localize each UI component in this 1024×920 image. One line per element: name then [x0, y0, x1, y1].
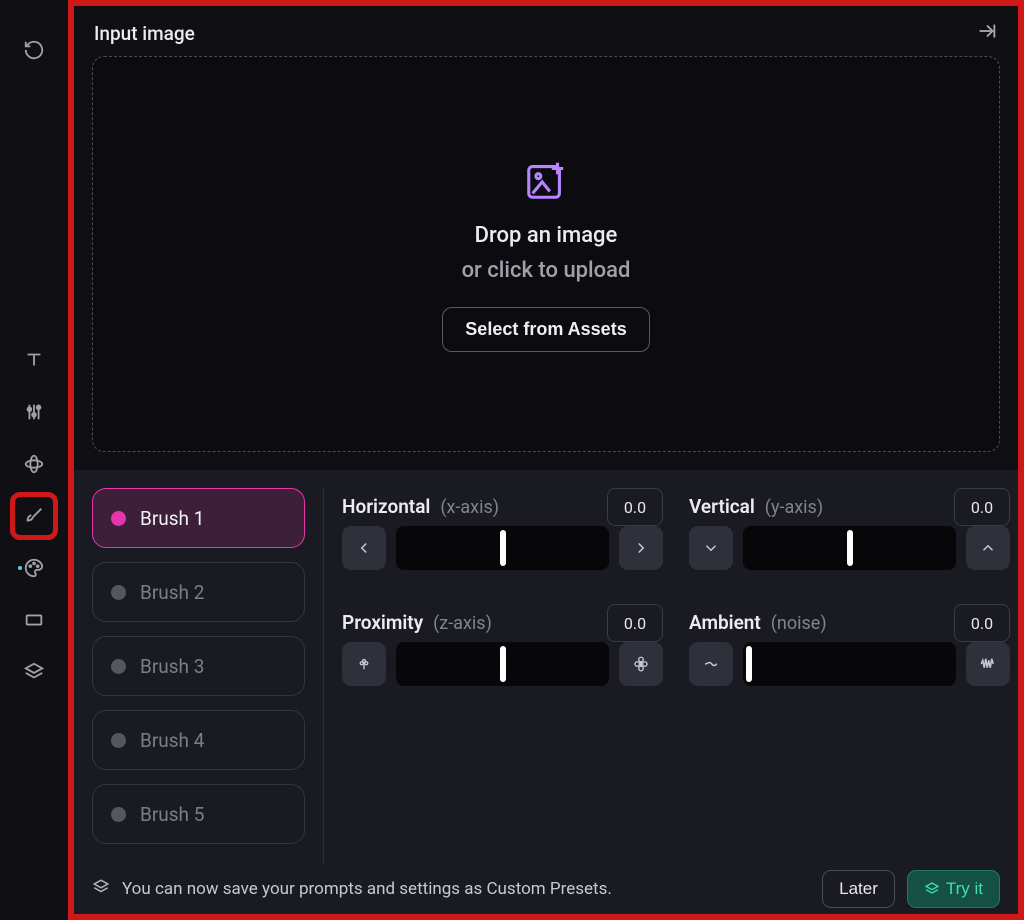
- collapse-icon[interactable]: [976, 20, 998, 46]
- text-icon[interactable]: [12, 338, 56, 382]
- dropzone-text-1: Drop an image: [475, 223, 618, 248]
- undo-icon[interactable]: [12, 28, 56, 72]
- brush-item-1[interactable]: Brush 1: [92, 488, 305, 548]
- controls-grid: Horizontal (x-axis) 0.0 Vertical: [342, 488, 1018, 914]
- brush-label: Brush 4: [140, 729, 204, 752]
- horizontal-label: Horizontal: [342, 495, 430, 518]
- horizontal-slider[interactable]: [396, 526, 609, 570]
- brush-dot-icon: [111, 511, 126, 526]
- ambient-value[interactable]: 0.0: [954, 604, 1010, 642]
- brush-item-5[interactable]: Brush 5: [92, 784, 305, 844]
- rectangle-icon[interactable]: [12, 598, 56, 642]
- control-proximity: Proximity (z-axis) 0.0: [342, 604, 663, 706]
- ambient-label: Ambient: [689, 611, 761, 634]
- main-panel: Input image Drop an image or click to up…: [68, 0, 1024, 920]
- proximity-slider[interactable]: [396, 642, 609, 686]
- arrow-up-icon[interactable]: [966, 526, 1010, 570]
- control-ambient: Ambient (noise) 0.0: [689, 604, 1010, 706]
- vertical-label: Vertical: [689, 495, 755, 518]
- layers-icon[interactable]: [12, 650, 56, 694]
- arrow-right-icon[interactable]: [619, 526, 663, 570]
- upload-image-icon: [523, 157, 569, 207]
- brush-list: Brush 1 Brush 2 Brush 3 Brush 4 Brush 5: [92, 488, 324, 914]
- brush-label: Brush 2: [140, 581, 204, 604]
- brush-icon[interactable]: [12, 494, 56, 538]
- ambient-slider[interactable]: [743, 642, 956, 686]
- layers-icon: [92, 878, 110, 901]
- brush-dot-icon: [111, 733, 126, 748]
- arrow-left-icon[interactable]: [342, 526, 386, 570]
- later-button[interactable]: Later: [822, 870, 895, 908]
- brush-dot-icon: [111, 659, 126, 674]
- horizontal-sublabel: (x-axis): [440, 497, 499, 518]
- arrow-down-icon[interactable]: [689, 526, 733, 570]
- rotate-3d-icon[interactable]: [12, 442, 56, 486]
- preset-toast: You can now save your prompts and settin…: [74, 864, 1018, 914]
- brush-dot-icon: [111, 585, 126, 600]
- proximity-value[interactable]: 0.0: [607, 604, 663, 642]
- brush-label: Brush 5: [140, 803, 204, 826]
- proximity-label: Proximity: [342, 611, 423, 634]
- flower-small-icon[interactable]: [342, 642, 386, 686]
- brush-controls-panel: Brush 1 Brush 2 Brush 3 Brush 4 Brush 5: [74, 470, 1018, 914]
- brush-item-3[interactable]: Brush 3: [92, 636, 305, 696]
- try-it-label: Try it: [946, 879, 983, 899]
- brush-dot-icon: [111, 807, 126, 822]
- brush-item-4[interactable]: Brush 4: [92, 710, 305, 770]
- flower-large-icon[interactable]: [619, 642, 663, 686]
- brush-item-2[interactable]: Brush 2: [92, 562, 305, 622]
- brush-label: Brush 1: [140, 507, 204, 530]
- horizontal-value[interactable]: 0.0: [607, 488, 663, 526]
- sliders-icon[interactable]: [12, 390, 56, 434]
- select-from-assets-button[interactable]: Select from Assets: [442, 307, 649, 352]
- panel-header: Input image: [74, 6, 1018, 56]
- sidebar: [0, 0, 68, 920]
- panel-title: Input image: [94, 22, 195, 45]
- ambient-sublabel: (noise): [771, 613, 827, 634]
- proximity-sublabel: (z-axis): [433, 613, 492, 634]
- vertical-value[interactable]: 0.0: [954, 488, 1010, 526]
- image-dropzone[interactable]: Drop an image or click to upload Select …: [92, 56, 1000, 452]
- vertical-slider[interactable]: [743, 526, 956, 570]
- dropzone-text-2: or click to upload: [462, 258, 631, 283]
- try-it-button[interactable]: Try it: [907, 870, 1000, 908]
- palette-icon[interactable]: [12, 546, 56, 590]
- control-vertical: Vertical (y-axis) 0.0: [689, 488, 1010, 590]
- wave-high-icon[interactable]: [966, 642, 1010, 686]
- wave-flat-icon[interactable]: [689, 642, 733, 686]
- brush-label: Brush 3: [140, 655, 204, 678]
- control-horizontal: Horizontal (x-axis) 0.0: [342, 488, 663, 590]
- vertical-sublabel: (y-axis): [765, 497, 823, 518]
- toast-text: You can now save your prompts and settin…: [122, 879, 612, 899]
